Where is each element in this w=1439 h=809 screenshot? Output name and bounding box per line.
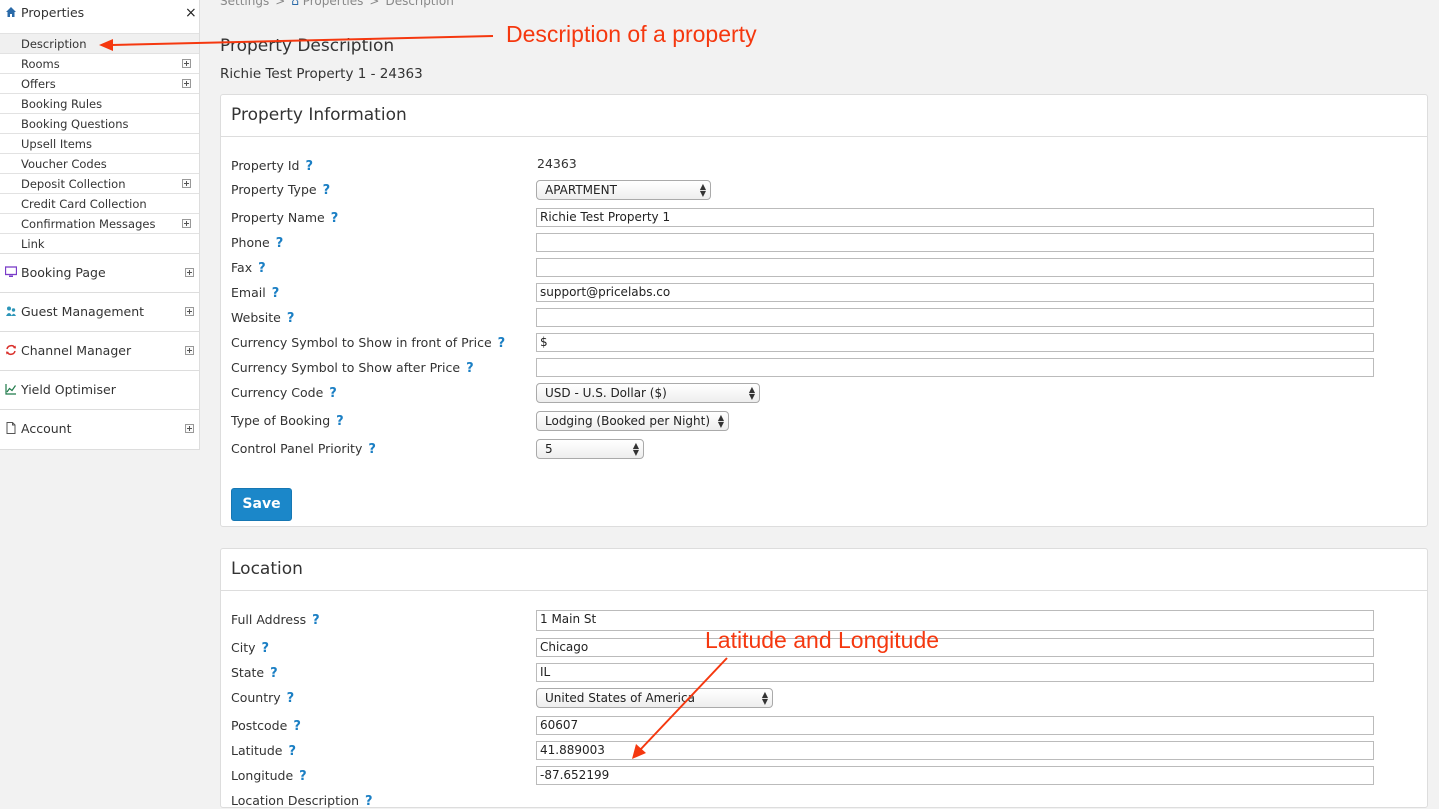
annotation-description: Description of a property <box>506 21 757 47</box>
annotation-arrow <box>639 657 728 751</box>
annotation-latlng: Latitude and Longitude <box>705 627 940 653</box>
annotation-arrowhead <box>99 39 113 51</box>
annotation-arrows <box>99 35 728 759</box>
annotation-arrow <box>111 35 494 46</box>
